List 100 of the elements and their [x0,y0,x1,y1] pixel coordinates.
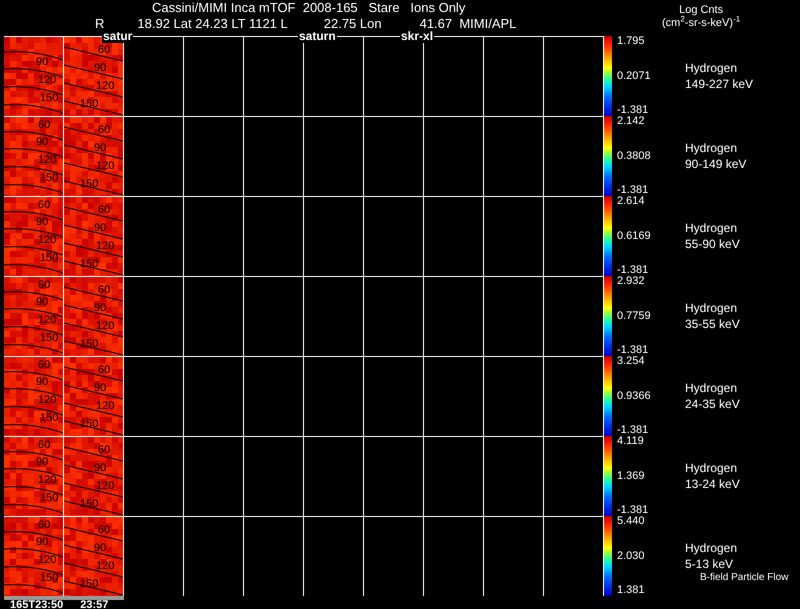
contour-label: 90 [94,382,106,394]
energy-label: 13-24 keV [685,476,740,492]
contour-label: 120 [96,240,114,252]
contour-label: 150 [40,252,58,264]
energy-label: 24-35 keV [685,396,740,412]
species-label: Hydrogen [685,140,738,156]
species-label: Hydrogen [685,460,738,476]
contour-label: 60 [98,444,110,456]
colorbar-mid: 0.7759 [617,310,652,322]
contour-label: 120 [96,80,114,92]
contour-label: 60 [98,204,110,216]
colorbar-mid: 0.2071 [617,70,652,82]
colorbar-mid: 0.6169 [617,230,652,242]
contour-label: 60 [98,124,110,136]
energy-label: 55-90 keV [685,236,740,252]
colorbar-min: -1.381 [617,105,650,116]
colorbar-mid: 0.3808 [617,150,652,162]
plot-title: Cassini/MIMI Inca mTOF 2008-165 Stare Ions Only [152,0,466,16]
colorbar-min: -1.381 [617,425,650,436]
contour-label: 60 [38,199,50,211]
contour-label: 150 [80,338,98,350]
energy-label: 5-13 keV [685,556,734,572]
colorbar-max: 2.614 [617,196,646,207]
contour-label: 120 [38,554,56,566]
contour-label: 120 [38,154,56,166]
contour-label: 120 [38,234,56,246]
contour-label: 120 [96,560,114,572]
contour-label: 60 [38,119,50,131]
contour-label: 150 [80,418,98,430]
overlay-label: skr-xl [400,30,434,43]
contour-label: 120 [96,480,114,492]
contour-label: 150 [80,578,98,590]
contour-label: 120 [38,314,56,326]
contour-label: 90 [94,62,106,74]
contour-label: 120 [96,160,114,172]
contour-label: 90 [94,142,106,154]
contour-label: 120 [96,400,114,412]
orbit-info: 41.67 MIMI/APL [420,16,516,31]
contour-label: 120 [38,394,56,406]
contour-label: 150 [40,572,58,584]
energy-label: 35-55 keV [685,316,740,332]
energy-label: 90-149 keV [685,156,746,172]
contour-label: 90 [36,136,48,148]
contour-label: 60 [38,439,50,451]
colorbar-mid: 0.9366 [617,390,652,402]
energy-label: 149-227 keV [685,76,754,92]
colorbar-min: -1.381 [617,505,650,516]
contour-label: 120 [96,320,114,332]
time-label: 165T23:50 [10,600,64,609]
colorbar-min: -1.381 [617,345,650,356]
contour-label: 90 [36,56,48,68]
species-label: Hydrogen [685,380,738,396]
contour-label: 60 [38,519,50,531]
contour-label: 60 [98,524,110,536]
species-label: Hydrogen [685,300,738,316]
contour-label: 150 [80,498,98,510]
contour-label: 150 [80,178,98,190]
contour-label: 90 [94,302,106,314]
colorbar-min: -1.381 [617,265,650,276]
species-label: Hydrogen [685,540,738,556]
colorbar-min: 1.381 [617,585,646,596]
orbit-info: R [95,16,104,32]
contour-label: 90 [36,456,48,468]
contour-label: 90 [36,376,48,388]
footer-note: B-field Particle Flow [700,572,788,583]
colorbar-max: 4.119 [617,436,645,447]
colorbar-mid: 2.030 [617,550,646,562]
orbit-info: 22.75 Lon [324,16,382,32]
contour-label: 150 [80,258,98,270]
colorbar-max: 2.142 [617,116,646,127]
species-label: Hydrogen [685,220,738,236]
contour-label: 90 [94,462,106,474]
contour-label: 150 [40,412,58,424]
contour-label: 60 [98,284,110,296]
colorbar-max: 5.440 [617,516,646,527]
contour-label: 90 [36,216,48,228]
units-label: (cm$^{2}$-sr-s-keV)$^{-1}$ [662,17,740,30]
contour-label: 60 [38,279,50,291]
contour-label: 60 [98,44,110,56]
contour-label: 90 [36,296,48,308]
contour-label: 150 [40,492,58,504]
contour-label: 150 [40,332,58,344]
contour-label: 150 [80,98,98,110]
units-title: Log Cnts [679,4,724,16]
colorbar-max: 2.932 [617,276,646,287]
contour-label: 60 [38,359,50,371]
contour-label: 60 [98,364,110,376]
contour-label: 150 [40,172,58,184]
contour-label: 120 [38,74,56,86]
orbit-info: 18.92 Lat 24.23 LT 1121 L [137,16,288,32]
overlay-label: saturn [298,30,337,43]
colorbar-max: 1.795 [617,36,646,47]
contour-label: 90 [94,542,106,554]
contour-label: 90 [36,536,48,548]
species-label: Hydrogen [685,60,738,76]
colorbar-min: -1.381 [617,185,650,196]
overlay-label: satur [102,30,134,43]
colorbar-max: 3.254 [617,356,646,367]
time-label: 23:57 [80,600,108,609]
contour-label: 120 [38,474,56,486]
